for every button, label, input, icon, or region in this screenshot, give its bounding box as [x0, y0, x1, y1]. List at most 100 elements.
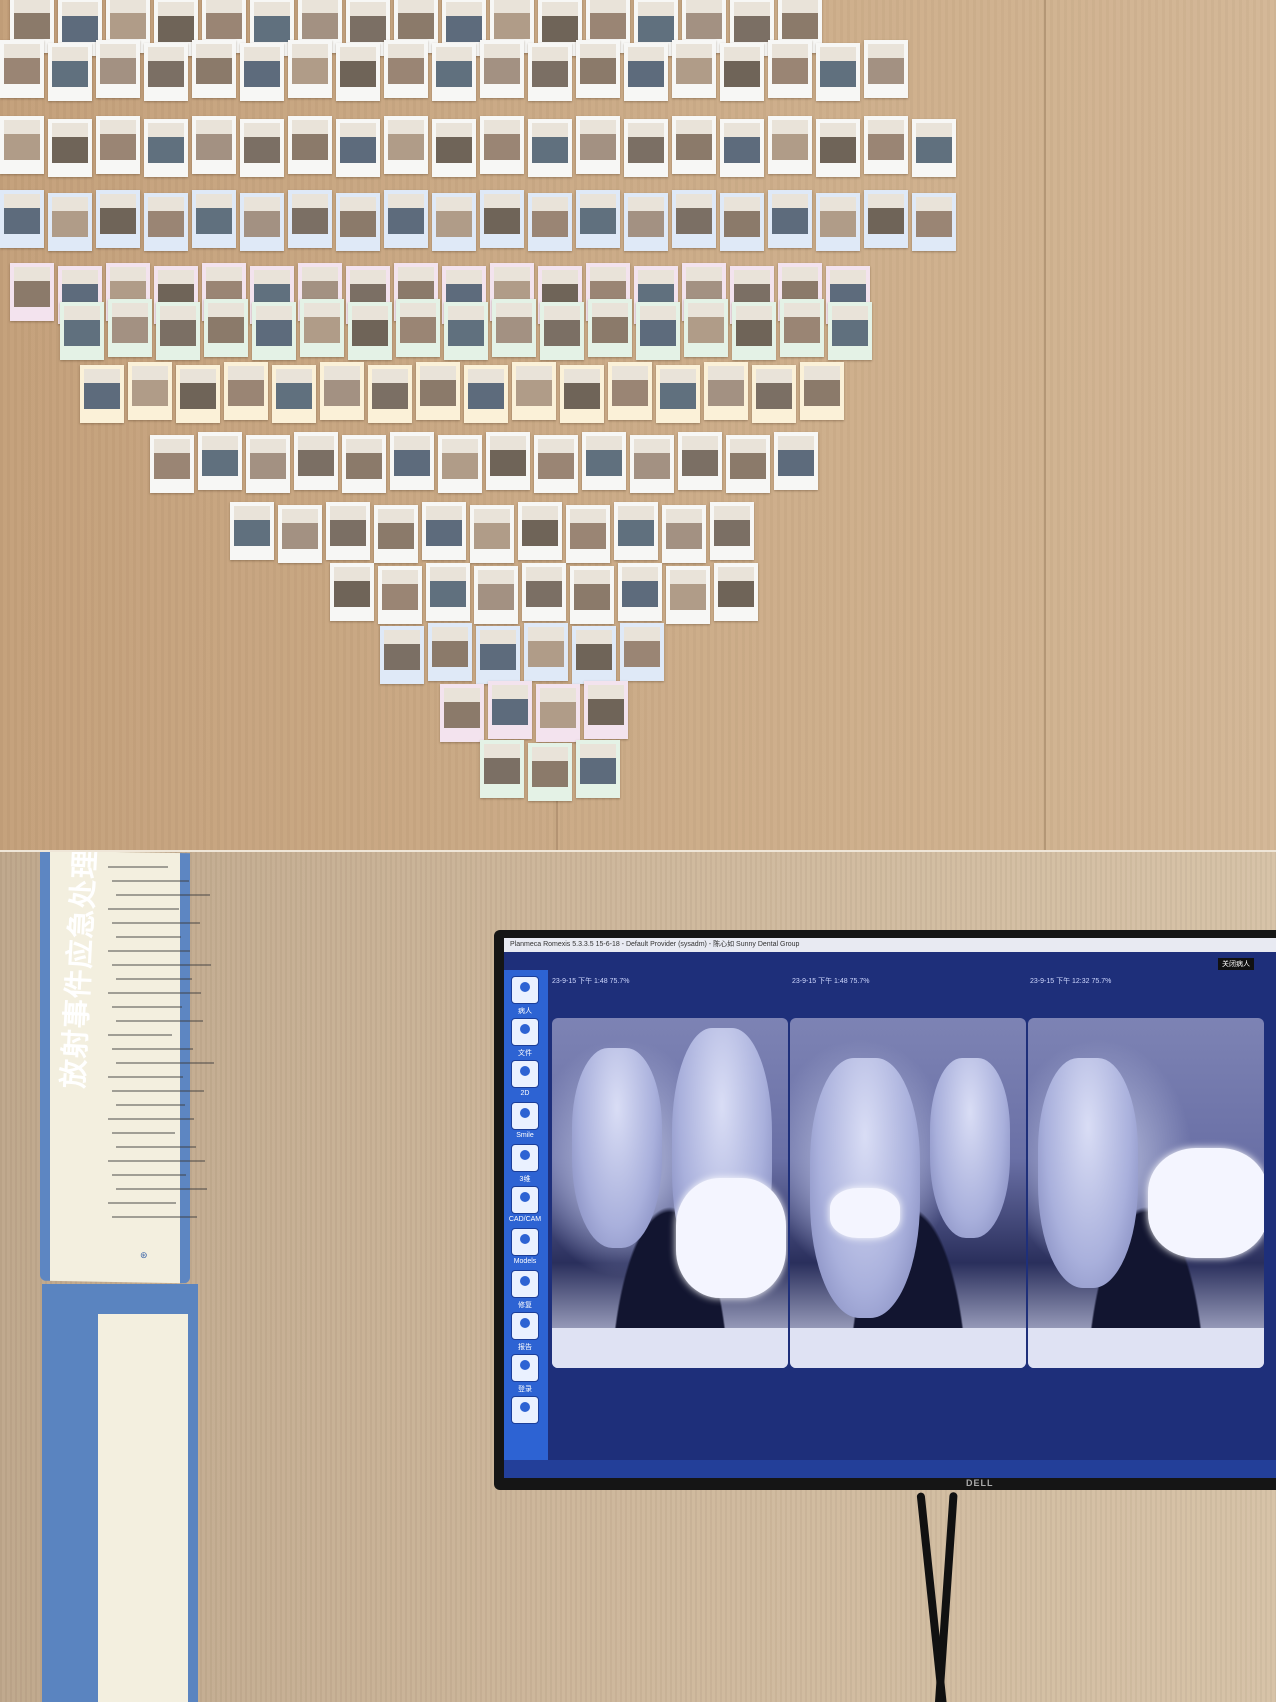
instant-photo [528, 119, 572, 177]
xray-pane[interactable] [790, 1018, 1026, 1368]
instant-photo [192, 190, 236, 248]
instant-photo-image [622, 566, 658, 607]
instant-photo-image [244, 123, 280, 163]
sidebar-item-label: 登录 [518, 1386, 532, 1393]
login-icon [511, 1354, 539, 1382]
instant-photo [144, 43, 188, 101]
instant-photo [768, 190, 812, 248]
instant-photo-image [148, 123, 184, 163]
sidebar-item-file[interactable]: 文件 [508, 1018, 542, 1064]
patients-icon [511, 976, 539, 1004]
sidebar-item-report[interactable]: 报告 [508, 1312, 542, 1358]
instant-photo [48, 119, 92, 177]
sidebar-item-label: 2D [520, 1090, 530, 1097]
sidebar-item-models[interactable]: Models [508, 1228, 542, 1274]
sidebar-item-implant[interactable]: 修复 [508, 1270, 542, 1316]
instant-photo [672, 116, 716, 174]
poster-lower-text-area [98, 1314, 188, 1702]
xray-crown [1148, 1148, 1264, 1258]
instant-photo-image [148, 47, 184, 87]
instant-photo [192, 116, 236, 174]
sidebar-item-cadcam[interactable]: CAD/CAM [508, 1186, 542, 1232]
instant-photo-image [384, 629, 420, 670]
instant-photo [486, 432, 530, 491]
sidebar-item-login[interactable]: 登录 [508, 1354, 542, 1400]
instant-photo [444, 301, 488, 360]
instant-photo-image [756, 369, 792, 409]
sidebar-item-smile[interactable]: Smile [508, 1102, 542, 1148]
instant-photo-image [302, 0, 338, 39]
instant-photo [480, 40, 524, 98]
instant-photo [828, 301, 872, 360]
instant-photo [710, 502, 754, 561]
xray-pane[interactable] [1028, 1018, 1264, 1368]
instant-photo [636, 301, 680, 360]
instant-photo [426, 562, 470, 621]
instant-photo [0, 190, 44, 248]
instant-photo-image [772, 120, 808, 160]
sidebar-item-user[interactable] [508, 1396, 542, 1442]
instant-photo [416, 362, 460, 420]
instant-photo [480, 190, 524, 248]
poster-text-line [112, 880, 189, 882]
instant-photo-image [378, 509, 414, 550]
instant-photo [326, 502, 370, 561]
pane-header: 23-9-15 下午 1:48 75.7% [792, 978, 870, 985]
xray-crown [676, 1178, 786, 1298]
instant-photo [96, 190, 140, 248]
instant-photo [384, 190, 428, 248]
instant-photo [432, 43, 476, 101]
clinic-wall-photo: ⊛ 放射事件应急处理预案 Planmeca Romexis 5.3.3.5 15… [0, 852, 1276, 1702]
instant-photo [144, 193, 188, 251]
instant-photo [432, 119, 476, 177]
sidebar-item-label: 病人 [518, 1008, 532, 1015]
instant-photo [864, 190, 908, 248]
poster-text-line [112, 1174, 186, 1176]
instant-photo-image [532, 197, 568, 237]
sidebar-item-patients[interactable]: 病人 [508, 976, 542, 1022]
instant-photo-image [346, 439, 382, 480]
instant-photo-image [14, 266, 50, 307]
poster-text-line [116, 1104, 185, 1106]
monitor: Planmeca Romexis 5.3.3.5 15-6-18 - Defau… [494, 930, 1276, 1490]
instant-photo [582, 432, 626, 491]
sidebar-item-2d[interactable]: 2D [508, 1060, 542, 1106]
instant-photo-image [618, 506, 654, 547]
instant-photo-image [436, 197, 472, 237]
instant-photo-image [734, 1, 770, 42]
instant-photo-image [398, 0, 434, 39]
instant-photo [576, 190, 620, 248]
xray-edge [1028, 1328, 1264, 1368]
instant-photo [624, 193, 668, 251]
instant-photo-image [180, 369, 216, 409]
instant-photo-image [778, 436, 814, 477]
instant-photo [618, 562, 662, 621]
poster-text-line [116, 1146, 196, 1148]
instant-photo-image [868, 194, 904, 234]
instant-photo-image [340, 123, 376, 163]
xray-edge [790, 1328, 1026, 1368]
instant-photo-image [100, 194, 136, 234]
instant-photo-image [132, 366, 168, 406]
instant-photo-image [532, 123, 568, 163]
instant-photo [720, 193, 764, 251]
xray-pane[interactable] [552, 1018, 788, 1368]
instant-photo [672, 190, 716, 248]
instant-photo-image [160, 305, 196, 346]
instant-photo-image [4, 120, 40, 160]
close-patient-button[interactable]: 关闭病人 [1218, 958, 1254, 970]
instant-photo-image [446, 1, 482, 42]
sidebar-item-3d[interactable]: 3维 [508, 1144, 542, 1190]
instant-photo-image [516, 366, 552, 406]
instant-photo [384, 40, 428, 98]
instant-photo [614, 502, 658, 561]
instant-photo [438, 435, 482, 494]
instant-photo [230, 502, 274, 561]
instant-photo-image [484, 194, 520, 234]
xray-tooth [572, 1048, 662, 1248]
instant-photo [528, 193, 572, 251]
poster-text-line [108, 1160, 205, 1162]
instant-photo-image [660, 369, 696, 409]
instant-photo-image [244, 47, 280, 87]
instant-photo [96, 116, 140, 174]
